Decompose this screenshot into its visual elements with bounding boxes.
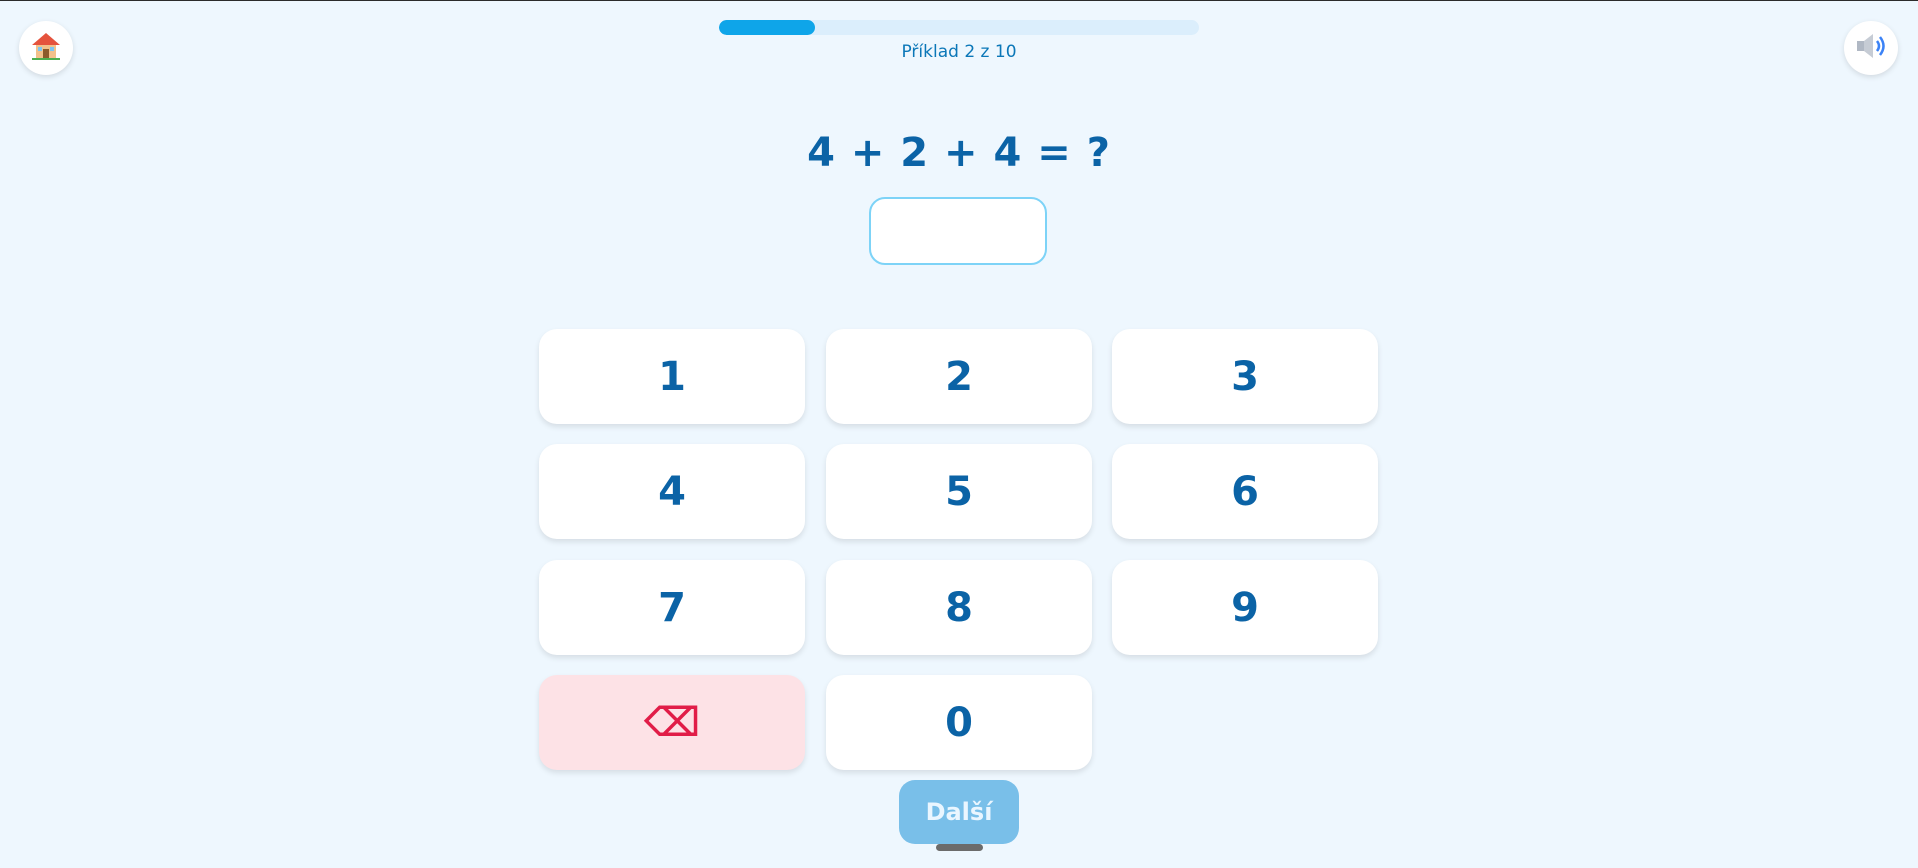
key-5[interactable]: 5	[826, 444, 1092, 539]
scroll-handle[interactable]	[936, 844, 983, 851]
backspace-button[interactable]: ⌫	[539, 675, 805, 770]
answer-input[interactable]	[869, 197, 1047, 265]
speaker-icon	[1854, 31, 1888, 65]
progress-bar	[719, 20, 1199, 35]
key-3[interactable]: 3	[1112, 329, 1378, 424]
key-4[interactable]: 4	[539, 444, 805, 539]
key-6[interactable]: 6	[1112, 444, 1378, 539]
key-7[interactable]: 7	[539, 560, 805, 655]
progress-label: Příklad 2 z 10	[901, 42, 1017, 62]
key-0[interactable]: 0	[826, 675, 1092, 770]
key-2[interactable]: 2	[826, 329, 1092, 424]
backspace-icon: ⌫	[643, 699, 701, 746]
key-8[interactable]: 8	[826, 560, 1092, 655]
home-icon	[30, 30, 62, 66]
window-top-border	[0, 0, 1918, 1]
progress-bar-fill	[719, 20, 815, 35]
equation: 4 + 2 + 4 = ?	[807, 130, 1111, 176]
home-button[interactable]	[19, 21, 73, 75]
key-1[interactable]: 1	[539, 329, 805, 424]
sound-button[interactable]	[1844, 21, 1898, 75]
key-9[interactable]: 9	[1112, 560, 1378, 655]
next-button[interactable]: Další	[899, 780, 1019, 844]
